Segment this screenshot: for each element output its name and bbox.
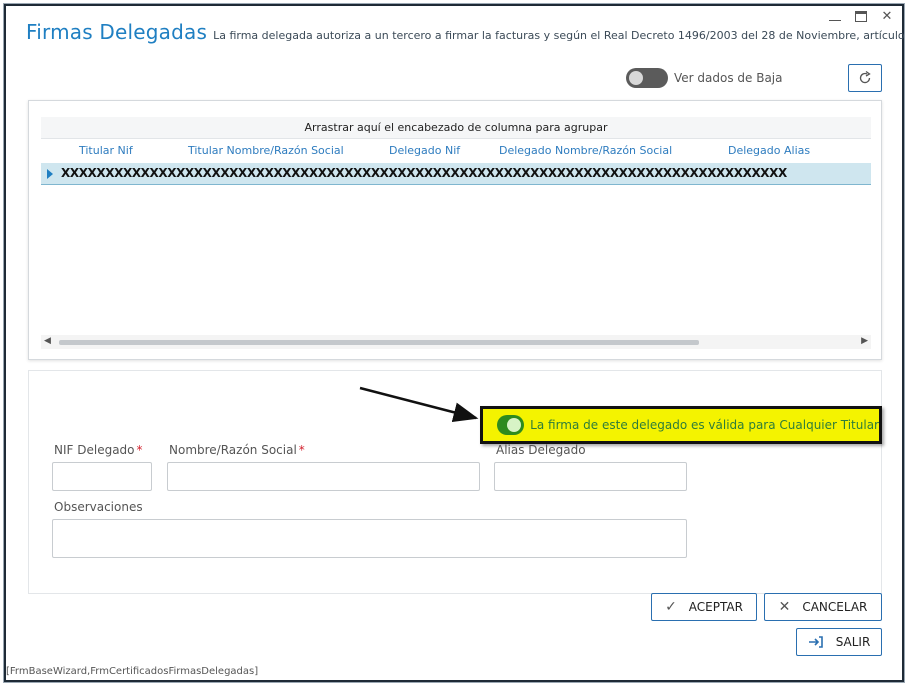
- close-button[interactable]: ✕: [878, 8, 896, 24]
- salir-button[interactable]: SALIR: [796, 628, 882, 656]
- table-row[interactable]: XXXXXXXXXXXXXXXXXXXXXXXXXXXXXXXXXXXXXXXX…: [41, 163, 871, 185]
- check-icon: ✓: [665, 599, 677, 615]
- cualquier-titular-toggle[interactable]: [497, 415, 525, 435]
- refresh-button[interactable]: [848, 64, 882, 92]
- required-marker: *: [298, 443, 305, 457]
- window-controls: ✕: [826, 8, 896, 24]
- minimize-button[interactable]: [826, 8, 844, 24]
- annotation-arrow: [359, 386, 479, 423]
- cualquier-titular-highlight: La firma de este delegado es válida para…: [480, 406, 882, 444]
- refresh-icon: [859, 70, 871, 84]
- form-identifier-footer: [FrmBaseWizard,FrmCertificadosFirmasDele…: [6, 666, 259, 677]
- grid-header: Titular Nif Titular Nombre/Razón Social …: [41, 139, 871, 163]
- ver-baja-toggle[interactable]: [626, 68, 668, 88]
- close-icon: ✕: [881, 8, 893, 24]
- nombre-razon-social-input[interactable]: [167, 462, 480, 491]
- cancelar-button[interactable]: ✕ CANCELAR: [764, 593, 882, 621]
- scrollbar-thumb[interactable]: [59, 340, 699, 345]
- alias-delegado-label: Alias Delegado: [496, 443, 586, 457]
- ver-baja-row: Ver dados de Baja: [626, 68, 783, 88]
- aceptar-button[interactable]: ✓ ACEPTAR: [651, 593, 757, 621]
- row-content: XXXXXXXXXXXXXXXXXXXXXXXXXXXXXXXXXXXXXXXX…: [61, 166, 787, 180]
- toggle-knob: [507, 418, 522, 432]
- column-header-titular-nif[interactable]: Titular Nif: [79, 144, 133, 157]
- maximize-button[interactable]: [852, 8, 870, 24]
- window-subtitle: La firma delegada autoriza a un tercero …: [213, 29, 908, 42]
- exit-icon: [808, 636, 823, 648]
- toggle-knob: [629, 71, 643, 85]
- nif-delegado-label: NIF Delegado *: [54, 443, 143, 457]
- nif-delegado-input[interactable]: [52, 462, 152, 491]
- row-indicator-icon: [47, 169, 53, 179]
- observaciones-label: Observaciones: [54, 500, 143, 514]
- firmas-delegadas-window: Firmas Delegadas La firma delegada autor…: [4, 4, 908, 682]
- group-by-area[interactable]: Arrastrar aquí el encabezado de columna …: [41, 117, 871, 139]
- window-title: Firmas Delegadas: [26, 20, 208, 44]
- column-header-delegado-alias[interactable]: Delegado Alias: [728, 144, 810, 157]
- alias-delegado-input[interactable]: [494, 462, 687, 491]
- ver-baja-label: Ver dados de Baja: [674, 71, 783, 85]
- maximize-icon: [855, 10, 867, 22]
- minimize-icon: [829, 19, 841, 21]
- column-header-titular-nombre[interactable]: Titular Nombre/Razón Social: [188, 144, 344, 157]
- column-header-delegado-nif[interactable]: Delegado Nif: [389, 144, 460, 157]
- close-icon: ✕: [778, 599, 791, 615]
- scroll-left-icon[interactable]: ◀: [44, 336, 51, 346]
- firmas-grid: Arrastrar aquí el encabezado de columna …: [28, 100, 882, 360]
- scroll-right-icon[interactable]: ▶: [861, 336, 868, 346]
- nombre-razon-social-label: Nombre/Razón Social *: [169, 443, 305, 457]
- cualquier-titular-label: La firma de este delegado es válida para…: [530, 418, 879, 432]
- title-row: Firmas Delegadas La firma delegada autor…: [26, 20, 908, 44]
- column-header-delegado-nombre[interactable]: Delegado Nombre/Razón Social: [499, 144, 672, 157]
- required-marker: *: [136, 443, 143, 457]
- horizontal-scrollbar[interactable]: ◀ ▶: [41, 335, 871, 349]
- observaciones-field[interactable]: [52, 519, 687, 558]
